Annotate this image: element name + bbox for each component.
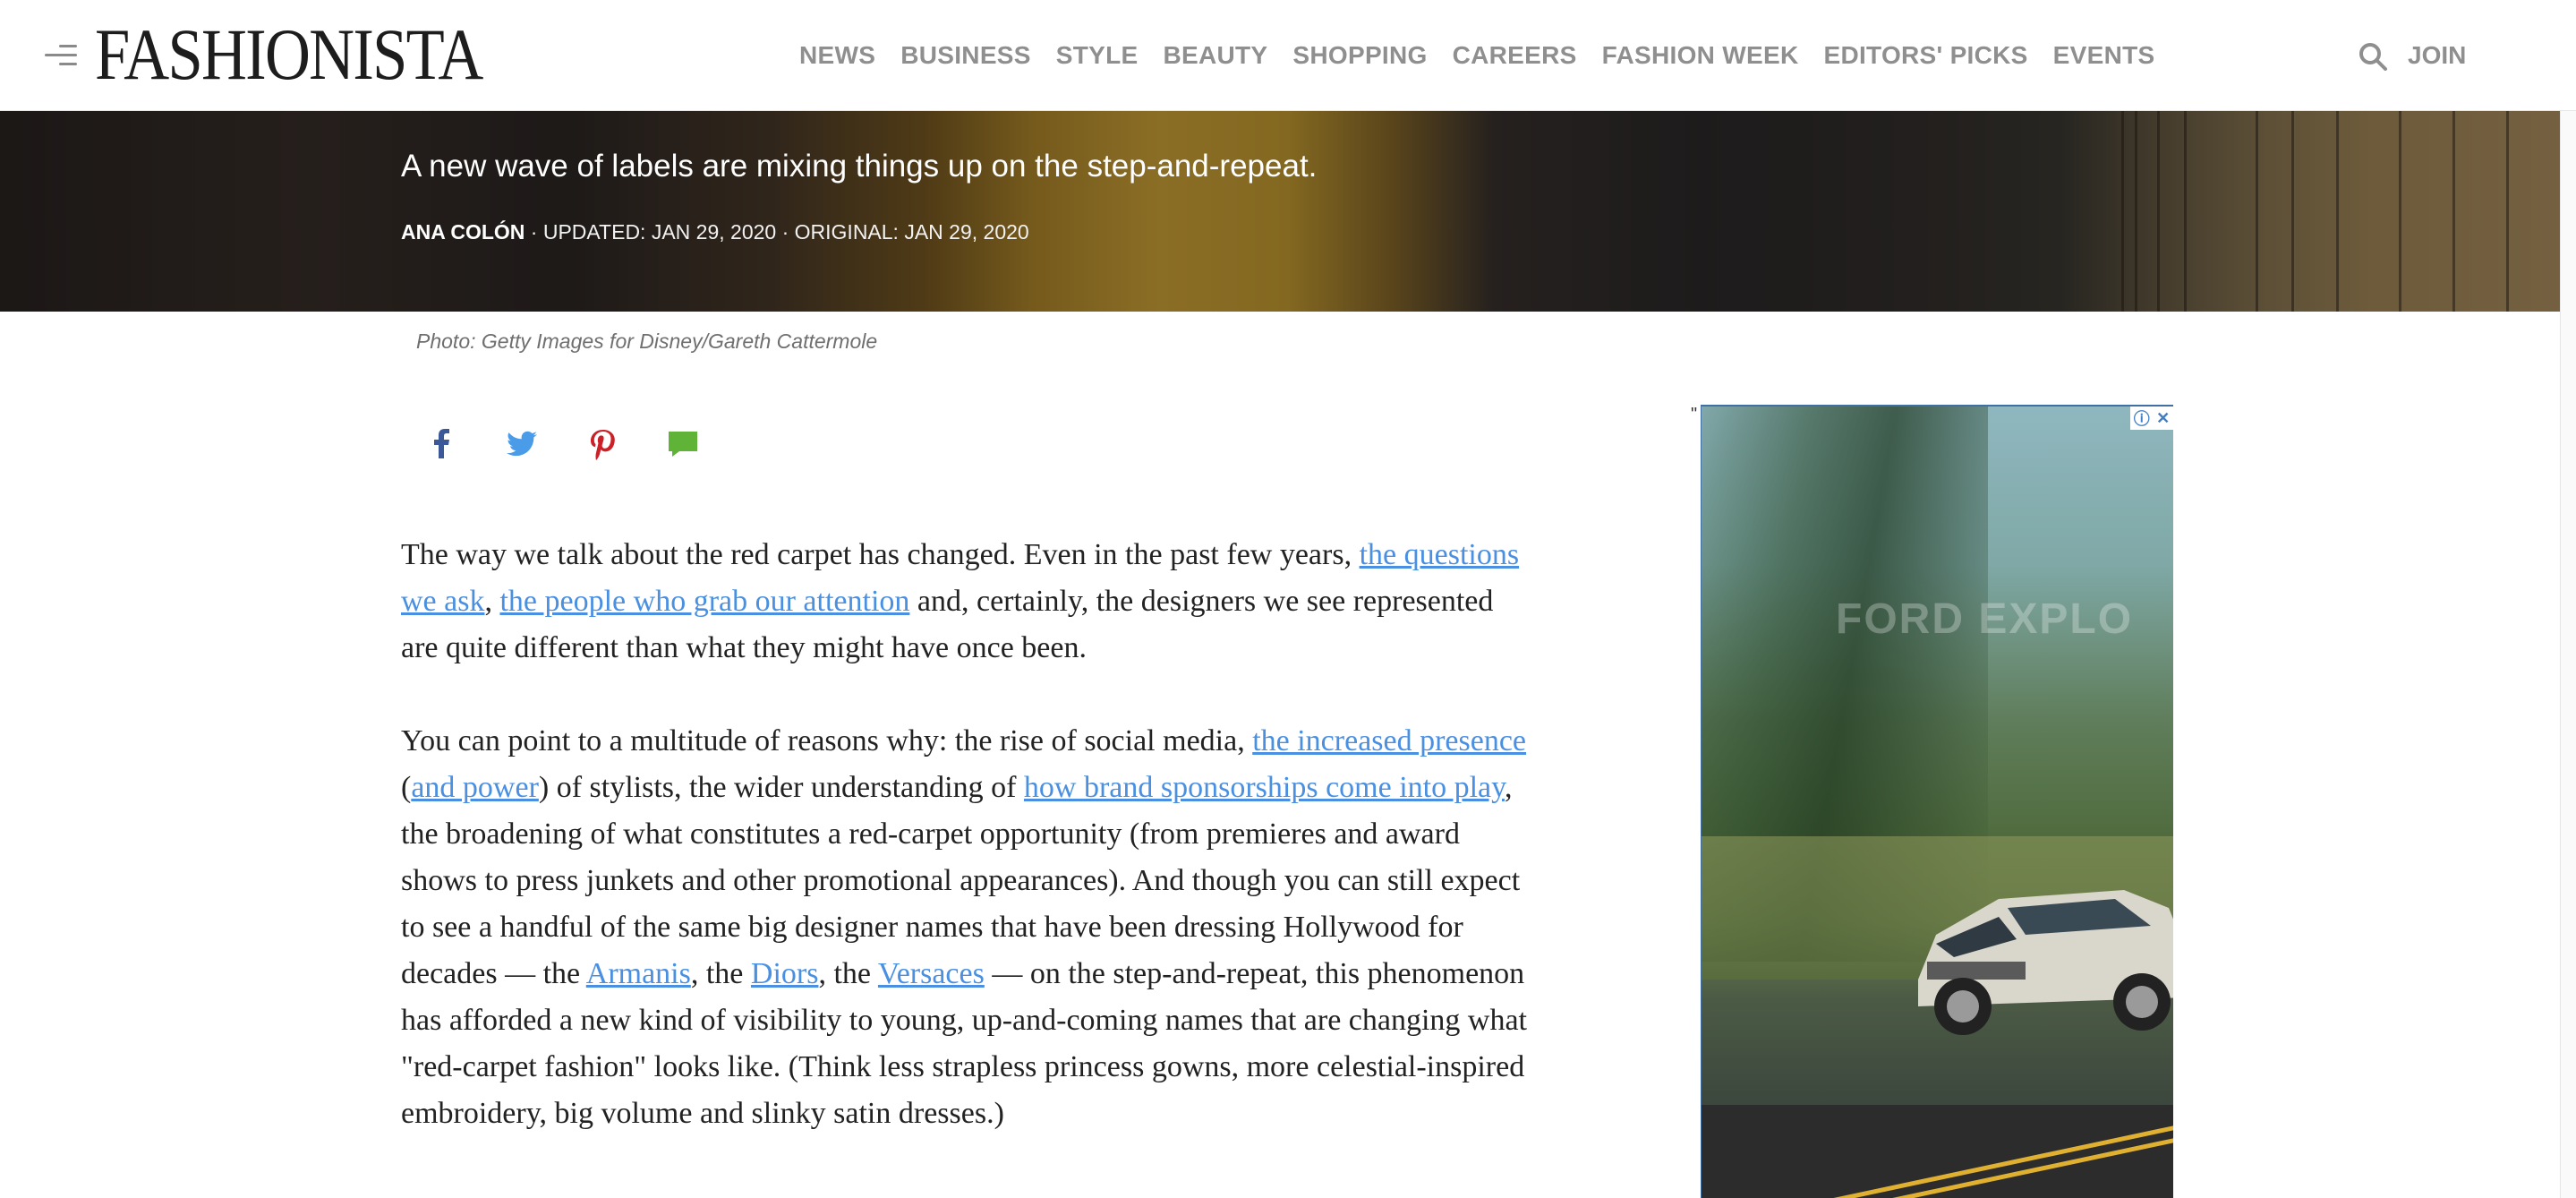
ad-info-icon[interactable]: ⓘ [2134,406,2150,430]
photo-caption: Photo: Getty Images for Disney/Gareth Ca… [416,329,878,353]
twitter-icon[interactable] [504,426,540,462]
article-body: The way we talk about the red carpet has… [401,532,1533,1184]
article-paragraph: You can point to a multitude of reasons … [401,724,1527,1130]
link-brand-sponsorships[interactable]: how brand sponsorships come into play [1024,771,1505,804]
ad-stray-quote: " [1691,405,1698,424]
nav-news[interactable]: NEWS [799,41,875,70]
facebook-icon[interactable] [423,426,459,462]
ad-overlay-text: FORD EXPLO [1836,595,2134,643]
nav-events[interactable]: EVENTS [2053,41,2155,70]
pinterest-icon[interactable] [584,426,620,462]
nav-business[interactable]: BUSINESS [900,41,1031,70]
nav-beauty[interactable]: BEAUTY [1163,41,1267,70]
nav-careers[interactable]: CAREERS [1453,41,1577,70]
menu-icon[interactable] [45,41,77,68]
hero-image: A new wave of labels are mixing things u… [0,111,2576,312]
nav-fashion-week[interactable]: FASHION WEEK [1602,41,1799,70]
advertisement[interactable]: FORD EXPLO ⓘ ✕ [1701,405,2173,1198]
publish-dates: · UPDATED: JAN 29, 2020 · ORIGINAL: JAN … [525,220,1029,244]
nav-shopping[interactable]: SHOPPING [1292,41,1427,70]
search-icon[interactable] [2358,41,2388,72]
nav-editors-picks[interactable]: EDITORS' PICKS [1823,41,2027,70]
link-armanis[interactable]: Armanis [586,957,691,990]
link-diors[interactable]: Diors [751,957,819,990]
join-link[interactable]: JOIN [2408,0,2466,111]
page-scrollbar[interactable] [2560,0,2576,1198]
byline: ANA COLÓN · UPDATED: JAN 29, 2020 · ORIG… [401,220,1029,244]
comment-icon[interactable] [665,426,701,462]
link-and-power[interactable]: and power [411,771,539,804]
car-image [1918,890,2173,1035]
main-nav: NEWS BUSINESS STYLE BEAUTY SHOPPING CARE… [799,0,2179,111]
ad-close-icon[interactable]: ✕ [2156,409,2170,428]
site-logo[interactable]: FASHIONISTA [95,14,483,95]
link-versaces[interactable]: Versaces [878,957,985,990]
ad-choices[interactable]: ⓘ ✕ [2130,406,2173,430]
article-paragraph: The way we talk about the red carpet has… [401,538,1520,664]
site-header: FASHIONISTA NEWS BUSINESS STYLE BEAUTY S… [0,0,2576,111]
nav-style[interactable]: STYLE [1056,41,1139,70]
link-increased-presence[interactable]: the increased presence [1252,724,1526,757]
link-people-grab-attention[interactable]: the people who grab our attention [499,585,909,618]
author-link[interactable]: ANA COLÓN [401,220,525,244]
article-subtitle: A new wave of labels are mixing things u… [401,149,1318,184]
